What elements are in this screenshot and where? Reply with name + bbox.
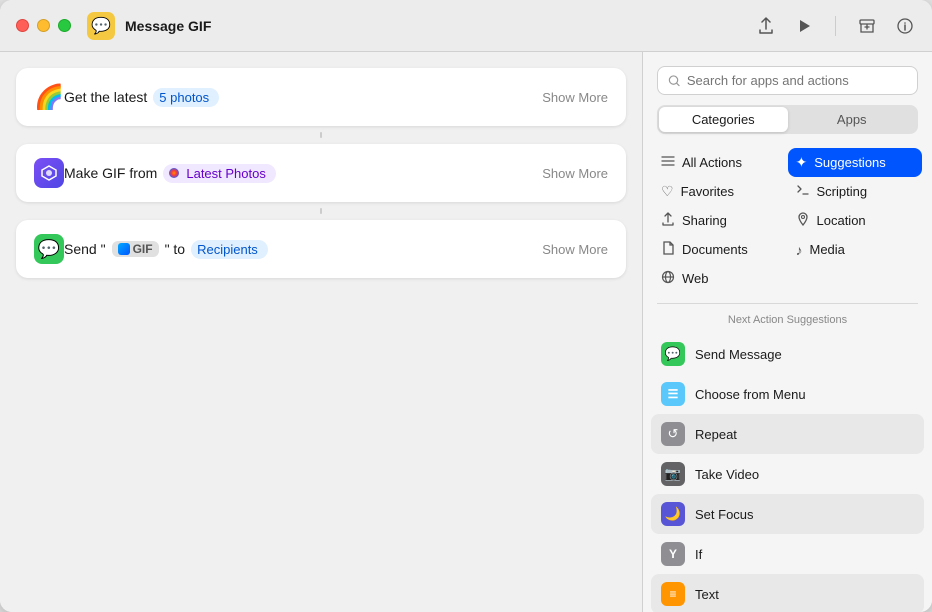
choose-menu-icon: ☰	[661, 382, 685, 406]
suggestions-icon: ✦	[796, 154, 808, 171]
suggestions-title: Next Action Suggestions	[651, 308, 924, 334]
action-content-gif: Make GIF from Latest Photos	[64, 164, 542, 183]
web-label: Web	[682, 271, 709, 286]
category-documents[interactable]: Documents	[653, 235, 788, 264]
action-pill-photos[interactable]: 5 photos	[153, 88, 219, 107]
titlebar-actions	[755, 15, 916, 37]
sidebar-header: Categories Apps	[643, 52, 932, 144]
suggestion-take-video[interactable]: 📷 Take Video	[651, 454, 924, 494]
suggestion-choose-menu[interactable]: ☰ Choose from Menu	[651, 374, 924, 414]
traffic-lights	[16, 19, 71, 32]
run-button[interactable]	[793, 15, 815, 37]
suggestion-set-focus[interactable]: 🌙 Set Focus	[651, 494, 924, 534]
main-content: 🌈 Get the latest 5 photos Show More	[0, 52, 932, 612]
main-window: 💬 Message GIF	[0, 0, 932, 612]
text-label: Text	[695, 587, 719, 602]
maximize-button[interactable]	[58, 19, 71, 32]
category-favorites[interactable]: ♡ Favorites	[653, 177, 788, 206]
all-actions-icon	[661, 154, 675, 171]
action-pill-recipients[interactable]: Recipients	[191, 240, 268, 259]
category-suggestions[interactable]: ✦ Suggestions	[788, 148, 923, 177]
suggestions-label: Suggestions	[814, 155, 886, 170]
media-icon: ♪	[796, 242, 803, 258]
action-text-to: " to	[165, 241, 186, 257]
repeat-icon: ↺	[661, 422, 685, 446]
set-focus-label: Set Focus	[695, 507, 754, 522]
connector	[320, 132, 322, 138]
show-more-btn[interactable]: Show More	[542, 90, 608, 105]
web-icon	[661, 270, 675, 287]
action-text: Get the latest	[64, 89, 147, 105]
categories-grid: All Actions ✦ Suggestions ♡ Favorites	[643, 144, 932, 299]
gif-badge: GIF	[112, 241, 159, 257]
window-title: Message GIF	[125, 18, 755, 34]
workflow-icon	[34, 158, 64, 188]
documents-label: Documents	[682, 242, 748, 257]
sharing-label: Sharing	[682, 213, 727, 228]
send-message-icon: 💬	[661, 342, 685, 366]
action-text-send: Send "	[64, 241, 106, 257]
action-content: Get the latest 5 photos	[64, 88, 542, 107]
divider	[657, 303, 918, 304]
category-location[interactable]: Location	[788, 206, 923, 235]
show-more-btn-3[interactable]: Show More	[542, 242, 608, 257]
action-pill-latest[interactable]: Latest Photos	[163, 164, 276, 183]
search-icon	[668, 74, 681, 88]
favorites-icon: ♡	[661, 183, 674, 200]
choose-menu-label: Choose from Menu	[695, 387, 806, 402]
take-video-label: Take Video	[695, 467, 759, 482]
suggestion-if[interactable]: Y If	[651, 534, 924, 574]
right-sidebar: Categories Apps All Actions	[642, 52, 932, 612]
action-card-get-latest[interactable]: 🌈 Get the latest 5 photos Show More	[16, 68, 626, 126]
action-card-make-gif[interactable]: Make GIF from Latest Photos Show More	[16, 144, 626, 202]
send-message-label: Send Message	[695, 347, 782, 362]
sharing-icon	[661, 212, 675, 229]
category-toggle: Categories Apps	[657, 105, 918, 134]
titlebar: 💬 Message GIF	[0, 0, 932, 52]
share-button[interactable]	[755, 15, 777, 37]
documents-icon	[661, 241, 675, 258]
suggestion-repeat[interactable]: ↺ Repeat	[651, 414, 924, 454]
info-button[interactable]	[894, 15, 916, 37]
action-text-make: Make GIF from	[64, 165, 157, 181]
search-bar[interactable]	[657, 66, 918, 95]
divider	[835, 16, 836, 36]
scripting-label: Scripting	[817, 184, 868, 199]
category-sharing[interactable]: Sharing	[653, 206, 788, 235]
workflow-area: 🌈 Get the latest 5 photos Show More	[0, 52, 642, 612]
action-content-send: Send " GIF " to Recipients	[64, 240, 542, 259]
action-card-send[interactable]: 💬 Send " GIF " to Recipients Show More	[16, 220, 626, 278]
photos-icon: 🌈	[34, 82, 64, 112]
if-icon: Y	[661, 542, 685, 566]
suggestion-send-message[interactable]: 💬 Send Message	[651, 334, 924, 374]
location-label: Location	[817, 213, 866, 228]
category-scripting[interactable]: Scripting	[788, 177, 923, 206]
text-icon: ≡	[661, 582, 685, 606]
if-label: If	[695, 547, 702, 562]
app-icon: 💬	[87, 12, 115, 40]
close-button[interactable]	[16, 19, 29, 32]
favorites-label: Favorites	[681, 184, 734, 199]
show-more-btn-2[interactable]: Show More	[542, 166, 608, 181]
set-focus-icon: 🌙	[661, 502, 685, 526]
scripting-icon	[796, 183, 810, 200]
minimize-button[interactable]	[37, 19, 50, 32]
category-all-actions[interactable]: All Actions	[653, 148, 788, 177]
suggestion-text[interactable]: ≡ Text	[651, 574, 924, 612]
all-actions-label: All Actions	[682, 155, 742, 170]
category-media[interactable]: ♪ Media	[788, 235, 923, 264]
take-video-icon: 📷	[661, 462, 685, 486]
toggle-apps[interactable]: Apps	[788, 107, 917, 132]
messages-icon: 💬	[34, 234, 64, 264]
connector-2	[320, 208, 322, 214]
suggestions-section: Next Action Suggestions 💬 Send Message ☰…	[643, 308, 932, 612]
repeat-label: Repeat	[695, 427, 737, 442]
category-web[interactable]: Web	[653, 264, 788, 293]
media-label: Media	[810, 242, 845, 257]
toggle-categories[interactable]: Categories	[659, 107, 788, 132]
location-icon	[796, 212, 810, 229]
search-input[interactable]	[687, 73, 907, 88]
archive-button[interactable]	[856, 15, 878, 37]
